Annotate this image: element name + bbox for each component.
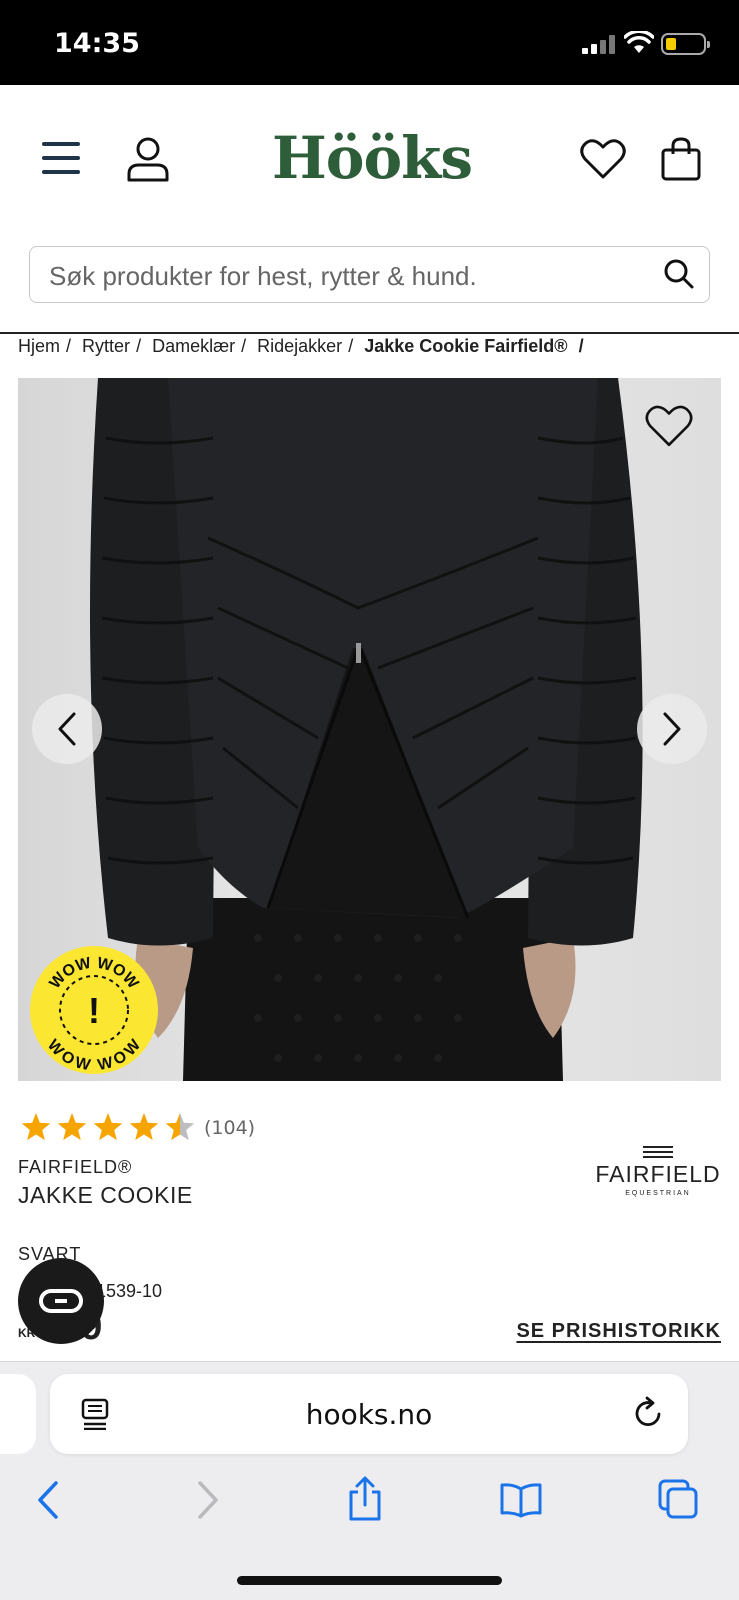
brand-logo-word: FAIRFIELD <box>595 1161 721 1187</box>
rating-stars <box>21 1113 195 1141</box>
breadcrumb-rytter[interactable]: Rytter <box>82 336 130 356</box>
previous-tab-preview[interactable] <box>0 1374 36 1454</box>
shopping-bag-icon[interactable] <box>660 136 702 182</box>
star-icon <box>165 1113 195 1141</box>
rating-count[interactable]: (104) <box>204 1117 255 1139</box>
product-title: JAKKE COOKIE <box>18 1182 193 1208</box>
browser-forward-icon[interactable] <box>196 1480 220 1520</box>
search-icon[interactable] <box>663 258 695 290</box>
wishlist-heart-icon[interactable] <box>580 138 626 180</box>
breadcrumb: Hjem / Rytter / Dameklær / Ridejakker / Jakk… <box>18 336 584 356</box>
wow-badge-text-bottom: WOW WOW <box>44 1036 145 1074</box>
header-divider <box>0 332 739 334</box>
wow-badge-mark: ! <box>88 990 100 1031</box>
brand-logo-sub: EQUESTRIAN <box>625 1190 691 1197</box>
chat-button[interactable] <box>18 1258 104 1344</box>
star-icon <box>93 1113 123 1141</box>
search-input[interactable]: Søk produkter for hest, rytter & hund. <box>29 246 710 303</box>
svg-text:WOW WOW: WOW WOW <box>44 1036 145 1074</box>
status-bar: 14:35 <box>0 0 739 85</box>
breadcrumb-home[interactable]: Hjem <box>18 336 60 356</box>
gallery-wishlist-icon[interactable] <box>645 404 693 448</box>
account-icon[interactable] <box>126 136 170 182</box>
chat-icon <box>39 1289 83 1313</box>
breadcrumb-ridejakker[interactable]: Ridejakker <box>257 336 342 356</box>
status-time: 14:35 <box>54 28 140 59</box>
battery-icon <box>661 33 710 55</box>
gallery-next-button[interactable] <box>637 694 707 764</box>
address-bar[interactable]: hooks.no <box>50 1374 688 1454</box>
svg-text:WOW WOW: WOW WOW <box>46 955 142 993</box>
product-image-gallery[interactable]: WOW WOW WOW WOW ! <box>18 378 721 1081</box>
share-icon[interactable] <box>346 1476 384 1522</box>
gallery-prev-button[interactable] <box>32 694 102 764</box>
star-icon <box>129 1113 159 1141</box>
site-logo[interactable]: Hööks <box>272 124 473 192</box>
brand-logo[interactable]: FAIRFIELD EQUESTRIAN <box>594 1146 722 1197</box>
product-article-number: 1539-10 <box>96 1281 163 1301</box>
reload-icon[interactable] <box>634 1396 664 1430</box>
chevron-left-icon <box>58 712 76 746</box>
wifi-icon <box>624 31 654 53</box>
brand-logo-mark <box>594 1146 722 1158</box>
star-icon <box>21 1113 51 1141</box>
menu-icon[interactable] <box>42 142 80 184</box>
wow-badge: WOW WOW WOW WOW ! <box>30 946 158 1074</box>
home-indicator <box>237 1576 502 1585</box>
wow-badge-text-top: WOW WOW <box>46 955 142 993</box>
signal-icon <box>582 34 616 54</box>
price-history-link[interactable]: SE PRISHISTORIKK <box>516 1320 721 1343</box>
product-rating[interactable]: (104) <box>20 1112 255 1144</box>
url-text: hooks.no <box>305 1398 433 1431</box>
star-icon <box>57 1113 87 1141</box>
tabs-icon[interactable] <box>657 1478 699 1520</box>
search-placeholder: Søk produkter for hest, rytter & hund. <box>49 261 477 291</box>
breadcrumb-dameklaer[interactable]: Dameklær <box>152 336 235 356</box>
breadcrumb-current: Jakke Cookie Fairfield® <box>364 336 568 356</box>
chevron-right-icon <box>663 712 681 746</box>
browser-back-icon[interactable] <box>36 1480 60 1520</box>
bookmarks-icon[interactable] <box>499 1482 543 1518</box>
product-brand[interactable]: FAIRFIELD® <box>18 1157 132 1178</box>
